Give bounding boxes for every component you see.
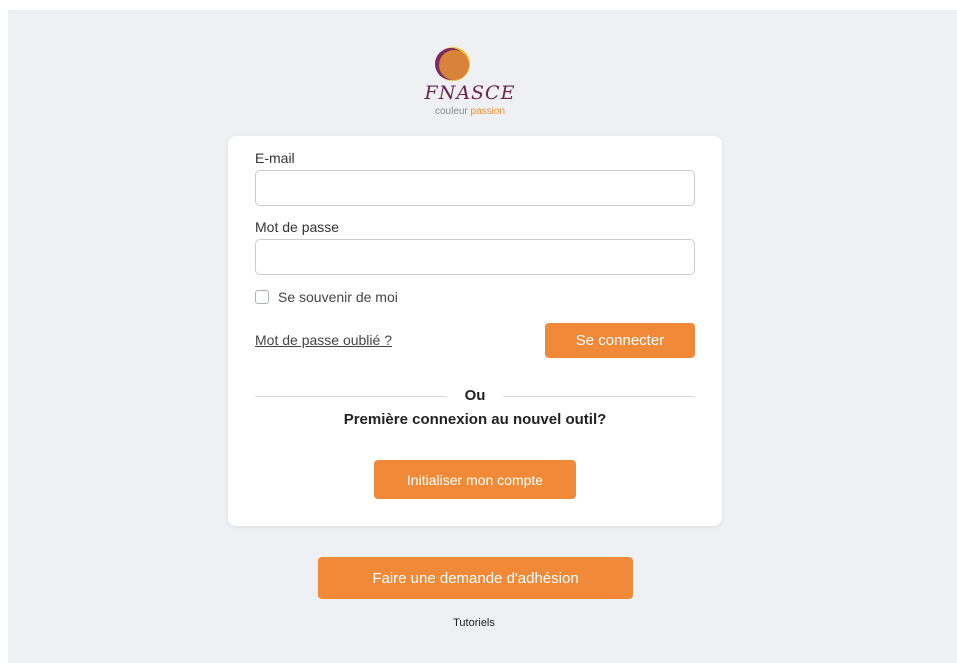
checkbox-icon[interactable] xyxy=(255,290,269,304)
email-label: E-mail xyxy=(255,150,295,166)
divider-right xyxy=(503,396,695,397)
first-connection-question: Première connexion au nouvel outil? xyxy=(343,411,607,428)
brand-tagline-part1: couleur xyxy=(434,106,471,117)
brand-tagline-part2: passion xyxy=(470,106,506,117)
tutorials-link[interactable]: Tutoriels xyxy=(424,617,524,629)
forgot-password-link[interactable]: Mot de passe oublié ? xyxy=(255,332,392,348)
login-card: E-mail Mot de passe Se souvenir de moi M… xyxy=(228,136,722,526)
remember-me[interactable]: Se souvenir de moi xyxy=(255,289,398,305)
divider-left xyxy=(255,396,447,397)
remember-me-label[interactable]: Se souvenir de moi xyxy=(278,289,398,305)
fnasce-logo-icon xyxy=(435,47,470,81)
brand-tagline: couleur passion xyxy=(405,106,535,117)
membership-request-button[interactable]: Faire une demande d'adhésion xyxy=(318,557,633,599)
password-field[interactable] xyxy=(255,239,695,275)
email-field[interactable] xyxy=(255,170,695,206)
password-label: Mot de passe xyxy=(255,219,340,235)
or-separator: Ou xyxy=(464,387,486,404)
init-account-button[interactable]: Initialiser mon compte xyxy=(374,460,576,499)
brand-name: FNASCE xyxy=(424,82,516,104)
brand-logo: FNASCE couleur passion xyxy=(405,44,535,120)
login-button[interactable]: Se connecter xyxy=(545,323,695,358)
